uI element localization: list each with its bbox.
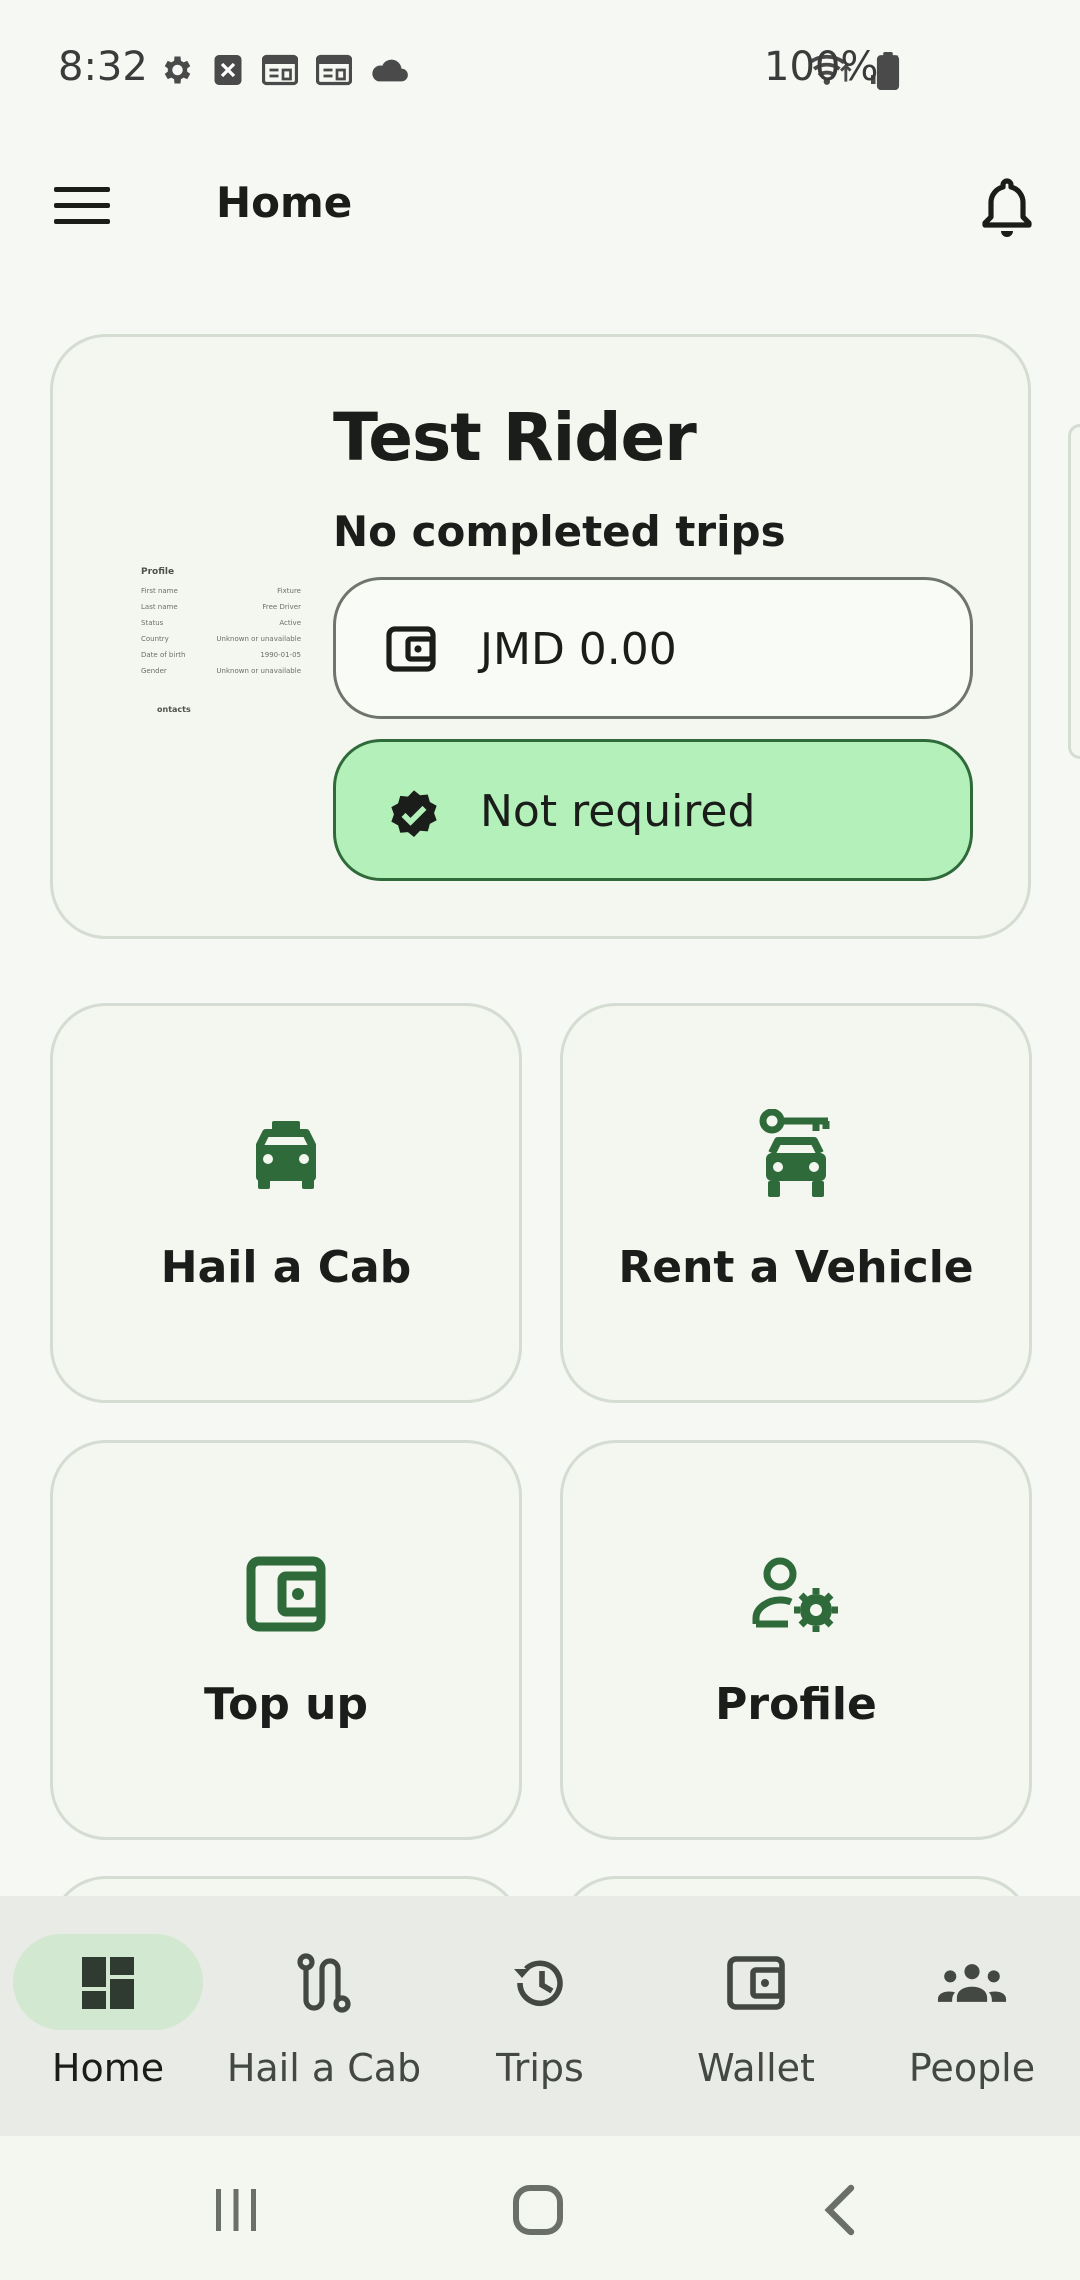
person-gear-icon [752, 1557, 838, 1632]
avatar-preview-row: Status Active [141, 619, 301, 627]
calendar-notification-icon [262, 54, 298, 86]
status-bar: 8:32 100% [0, 0, 1080, 140]
nav-label: Hail a Cab [226, 2046, 422, 2090]
nav-label: Trips [496, 2046, 584, 2090]
notifications-button[interactable] [970, 170, 1044, 244]
tile-label: Rent a Vehicle [618, 1242, 974, 1293]
dashboard-icon [82, 1957, 134, 2009]
hamburger-menu-icon [54, 187, 110, 224]
taxi-icon [256, 1121, 316, 1189]
history-icon [514, 1960, 563, 2007]
home-screen: 8:32 100% Home Profile First name Fixture [0, 0, 1080, 2280]
back-button[interactable] [800, 2180, 880, 2240]
profile-summary-card[interactable]: Profile First name Fixture Last name Free … [50, 334, 1031, 939]
page-title: Home [216, 178, 353, 227]
system-navigation-bar [0, 2136, 1080, 2280]
avatar: Profile First name Fixture Last name Free … [123, 547, 333, 727]
back-icon [824, 2184, 855, 2236]
avatar-preview-footer: ontacts [157, 705, 191, 714]
people-icon [937, 1964, 1007, 2002]
nav-label: Wallet [697, 2046, 815, 2090]
avatar-preview-row: Last name Free Driver [141, 603, 301, 611]
nav-item-home[interactable]: Home [0, 1896, 216, 2136]
top-app-bar: Home [0, 140, 1080, 262]
calendar-notification-icon-2 [316, 54, 352, 86]
top-up-tile[interactable]: Top up [50, 1440, 522, 1840]
wallet-icon [386, 626, 436, 672]
home-button[interactable] [498, 2180, 578, 2240]
avatar-preview-row: Gender Unknown or unavailable [141, 667, 301, 675]
avatar-preview-row: Date of birth 1990-01-05 [141, 651, 301, 659]
avatar-preview-row: Country Unknown or unavailable [141, 635, 301, 643]
bell-icon [982, 178, 1032, 237]
close-notification-icon [214, 55, 242, 85]
car-key-icon [759, 1109, 830, 1197]
cloud-icon [372, 59, 408, 82]
recent-apps-button[interactable] [196, 2180, 276, 2240]
rider-name: Test Rider [333, 399, 697, 476]
tile-label: Hail a Cab [160, 1242, 412, 1293]
verified-badge-icon [391, 790, 437, 837]
profile-tile[interactable]: Profile [560, 1440, 1032, 1840]
rent-a-vehicle-tile[interactable]: Rent a Vehicle [560, 1003, 1032, 1403]
verification-status-chip[interactable]: Not required [333, 739, 973, 881]
route-icon [297, 1953, 351, 2013]
battery-percent: 100% [764, 44, 879, 90]
wallet-icon [727, 1956, 785, 2010]
verification-status-text: Not required [480, 786, 756, 837]
avatar-preview-title: Profile [141, 567, 175, 577]
avatar-preview-row: First name Fixture [141, 587, 301, 595]
nav-label: People [908, 2046, 1036, 2090]
balance-amount: JMD 0.00 [480, 624, 677, 675]
nav-item-wallet[interactable]: Wallet [648, 1896, 864, 2136]
nav-item-trips[interactable]: Trips [432, 1896, 648, 2136]
wallet-icon [246, 1556, 326, 1632]
tile-label: Top up [203, 1679, 369, 1730]
settings-notification-icon [164, 56, 191, 84]
next-card-peek[interactable] [1068, 424, 1080, 759]
menu-button[interactable] [48, 175, 118, 235]
tile-label: Profile [715, 1679, 877, 1730]
trips-summary: No completed trips [333, 507, 786, 556]
home-nav-icon [513, 2185, 563, 2235]
nav-item-people[interactable]: People [864, 1896, 1080, 2136]
balance-chip[interactable]: JMD 0.00 [333, 577, 973, 719]
hail-a-cab-tile[interactable]: Hail a Cab [50, 1003, 522, 1403]
recent-apps-icon [216, 2189, 256, 2231]
battery-icon [876, 52, 900, 90]
status-time: 8:32 [58, 44, 148, 90]
nav-item-hail-a-cab[interactable]: Hail a Cab [216, 1896, 432, 2136]
nav-label: Home [51, 2046, 165, 2090]
bottom-navigation: Home Hail a Cab Trips Wallet People [0, 1896, 1080, 2136]
